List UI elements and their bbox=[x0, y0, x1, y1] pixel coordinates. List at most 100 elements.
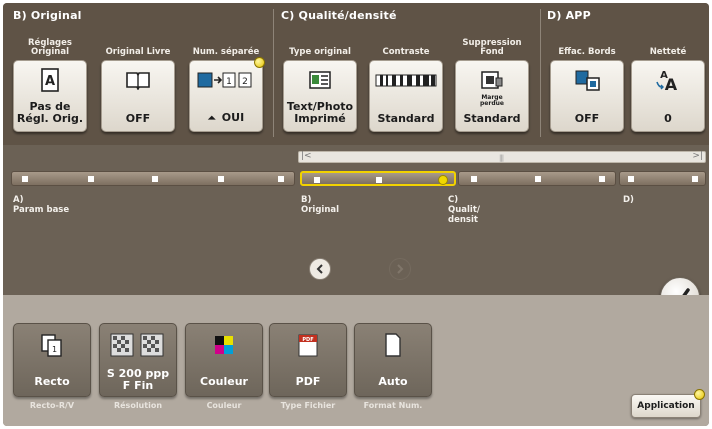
info-indicator-icon bbox=[254, 57, 265, 68]
tile-value: Pas de Régl. Orig. bbox=[16, 100, 84, 125]
tile-sharpness: Netteté AA 0 bbox=[629, 27, 707, 135]
tile-label: Type original bbox=[289, 47, 351, 57]
sharpness-button[interactable]: AA 0 bbox=[631, 60, 705, 132]
tile-caption: Couleur bbox=[206, 401, 242, 410]
scan-settings-screen: B) Original C) Qualité/densité D) APP Ré… bbox=[3, 3, 709, 426]
tile-value: S 200 ppp F Fin bbox=[106, 367, 170, 392]
scroll-right-icon[interactable]: >| bbox=[692, 151, 703, 161]
contrast-icon bbox=[370, 67, 442, 93]
nav-marker bbox=[535, 176, 541, 182]
quick-tile-color: Couleur Couleur bbox=[185, 323, 265, 415]
contrast-button[interactable]: Standard bbox=[369, 60, 443, 132]
tile-background-removal: Suppression Fond Marge perdue Standard bbox=[453, 27, 531, 135]
settings-panel: B) Original C) Qualité/densité D) APP Ré… bbox=[3, 3, 709, 145]
original-type-button[interactable]: Text/Photo Imprimé bbox=[283, 60, 357, 132]
section-title-app: D) APP bbox=[547, 9, 591, 22]
quick-tile-resolution: S 200 ppp F Fin Résolution bbox=[99, 323, 179, 415]
document-a-icon: A bbox=[14, 67, 86, 93]
chevron-right-icon bbox=[397, 264, 404, 274]
nav-label-basic: A) Param base bbox=[13, 195, 70, 215]
simplex-duplex-button[interactable]: 1 Recto bbox=[13, 323, 91, 397]
separate-scan-button[interactable]: 12 ⏶ OUI bbox=[189, 60, 263, 132]
forward-button[interactable] bbox=[389, 258, 411, 280]
svg-text:PDF: PDF bbox=[302, 337, 313, 343]
back-button[interactable] bbox=[309, 258, 331, 280]
application-button[interactable]: Application bbox=[631, 394, 701, 418]
nav-marker bbox=[152, 176, 158, 182]
nav-label-quality: C) Qualit/ densit bbox=[448, 195, 481, 225]
tile-label: Effac. Bords bbox=[558, 47, 616, 57]
tile-caption: Format Num. bbox=[363, 401, 423, 410]
quick-tile-file-type: PDF PDF Type Fichier bbox=[269, 323, 349, 415]
pdf-icon: PDF bbox=[270, 330, 346, 360]
tile-caption: Recto-R/V bbox=[29, 401, 75, 410]
frame-erase-button[interactable]: OFF bbox=[550, 60, 624, 132]
resolution-button[interactable]: S 200 ppp F Fin bbox=[99, 323, 177, 397]
section-title-original: B) Original bbox=[13, 9, 82, 22]
svg-text:A: A bbox=[665, 75, 678, 92]
nav-marker bbox=[692, 176, 698, 182]
nav-marker bbox=[376, 177, 382, 183]
status-icon: ⏶ bbox=[207, 113, 216, 124]
tile-value: Couleur bbox=[200, 375, 248, 388]
nav-label-app: D) bbox=[623, 195, 634, 205]
book-original-button[interactable]: OFF bbox=[101, 60, 175, 132]
tile-value: Standard bbox=[377, 112, 435, 125]
frame-erase-icon bbox=[551, 67, 623, 93]
tile-value: Standard bbox=[463, 112, 521, 125]
svg-text:A: A bbox=[45, 74, 55, 89]
tile-original-type: Type original Text/Photo Imprimé bbox=[281, 27, 359, 135]
info-indicator-icon bbox=[694, 389, 705, 400]
tile-value: ⏶ OUI bbox=[190, 112, 262, 125]
nav-marker bbox=[278, 176, 284, 182]
scan-size-button[interactable]: Auto bbox=[354, 323, 432, 397]
background-removal-button[interactable]: Marge perdue Standard bbox=[455, 60, 529, 132]
section-divider bbox=[540, 9, 541, 137]
current-position-icon bbox=[438, 175, 448, 185]
nav-track-original[interactable] bbox=[300, 171, 456, 186]
tile-label: Original Livre bbox=[105, 47, 171, 57]
svg-text:1: 1 bbox=[52, 345, 57, 354]
svg-text:1: 1 bbox=[226, 77, 232, 87]
quick-tile-scan-size: Auto Format Num. bbox=[354, 323, 434, 415]
scroll-thumb-grip[interactable]: ||| bbox=[499, 154, 504, 162]
horizontal-scrollbar[interactable]: |< ||| >| bbox=[298, 151, 706, 163]
file-type-button[interactable]: PDF PDF bbox=[269, 323, 347, 397]
nav-marker bbox=[471, 176, 477, 182]
tile-book-original: Original Livre OFF bbox=[99, 27, 177, 135]
tile-value: 0 bbox=[664, 112, 672, 125]
section-title-quality: C) Qualité/densité bbox=[281, 9, 397, 22]
nav-marker bbox=[88, 176, 94, 182]
nav-track-app[interactable] bbox=[619, 171, 706, 186]
tile-value: OFF bbox=[125, 112, 151, 125]
nav-track-quality[interactable] bbox=[458, 171, 616, 186]
nav-track-basic[interactable] bbox=[11, 171, 295, 186]
original-settings-button[interactable]: A Pas de Régl. Orig. bbox=[13, 60, 87, 132]
sharpness-icon: AA bbox=[632, 67, 704, 93]
open-book-icon bbox=[102, 67, 174, 93]
tile-value: Auto bbox=[378, 375, 408, 388]
tile-label: Suppression Fond bbox=[462, 38, 522, 57]
tile-value: Recto bbox=[34, 375, 70, 388]
tile-caption: Type Fichier bbox=[280, 401, 336, 410]
text-photo-icon bbox=[284, 67, 356, 93]
chevron-left-icon bbox=[316, 264, 323, 274]
simplex-icon: 1 bbox=[14, 330, 90, 360]
tile-label: Contraste bbox=[382, 47, 430, 57]
tile-separate-scan: Num. séparée 12 ⏶ OUI bbox=[187, 27, 265, 135]
separate-scan-icon: 12 bbox=[190, 67, 262, 93]
tile-value-text: OUI bbox=[221, 111, 245, 124]
tile-value: OFF bbox=[574, 112, 600, 125]
nav-marker bbox=[22, 176, 28, 182]
color-button[interactable]: Couleur bbox=[185, 323, 263, 397]
tile-label: Netteté bbox=[649, 47, 687, 57]
nav-label-original: B) Original bbox=[301, 195, 340, 215]
tile-label: Num. séparée bbox=[192, 47, 260, 57]
nav-marker bbox=[599, 176, 605, 182]
tile-frame-erase: Effac. Bords OFF bbox=[548, 27, 626, 135]
tile-label: Réglages Original bbox=[28, 38, 72, 57]
scan-size-icon bbox=[355, 330, 431, 360]
color-icon bbox=[186, 330, 262, 360]
scroll-left-icon[interactable]: |< bbox=[301, 151, 312, 161]
resolution-icon bbox=[100, 330, 176, 360]
